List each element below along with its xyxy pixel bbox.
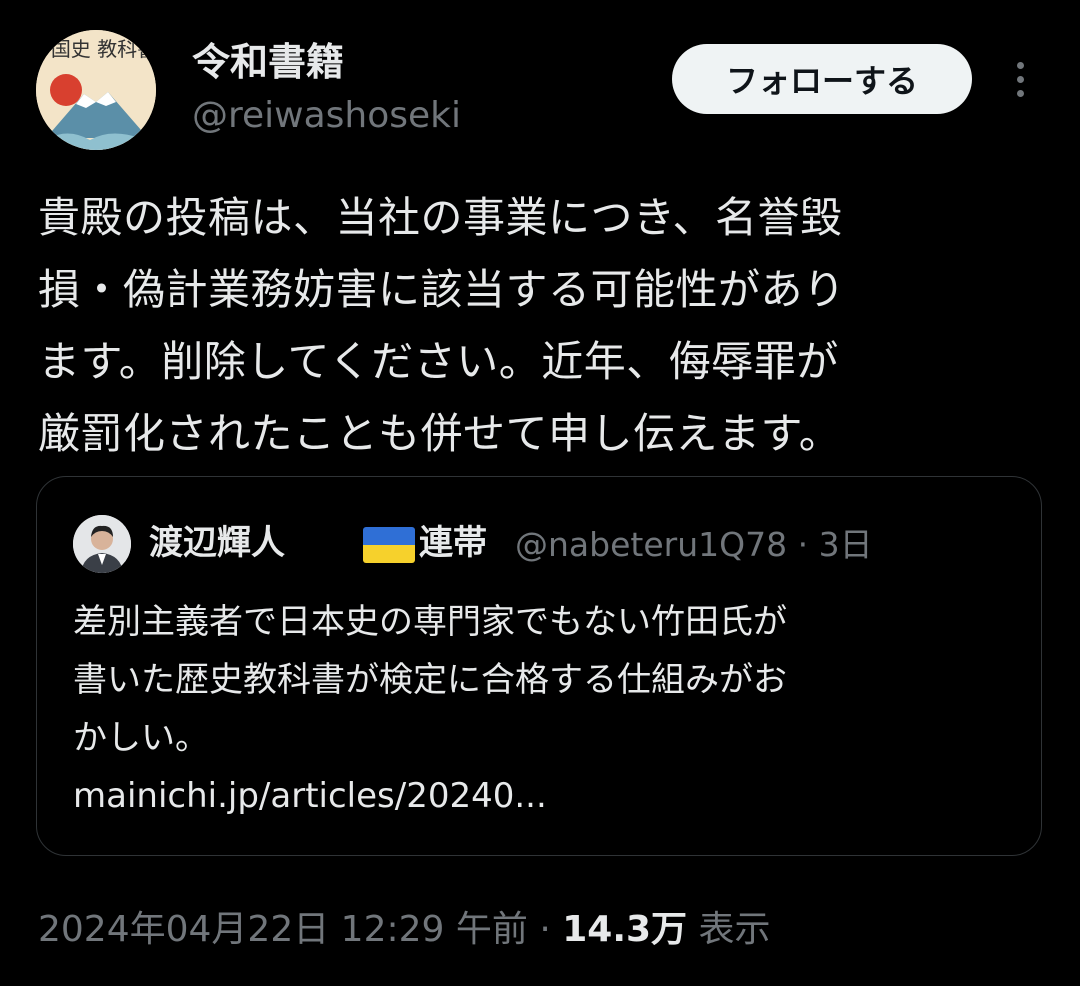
quoted-text-line: 差別主義者で日本史の専門家でもない竹田氏が	[73, 602, 787, 642]
quoted-author-meta: @nabeteru1Q78 · 3日	[515, 521, 873, 569]
more-options-icon[interactable]	[1002, 54, 1038, 104]
dot	[1016, 89, 1024, 97]
author-handle[interactable]: @reiwashoseki	[192, 92, 461, 140]
dot	[1016, 75, 1024, 83]
quoted-avatar-image	[73, 515, 131, 573]
quoted-author-name[interactable]: 渡辺輝人	[149, 519, 285, 567]
tweet-text: 貴殿の投稿は、当社の事業につき、名誉毀 損・偽計業務妨害に該当する可能性があり …	[38, 182, 1048, 470]
tweet-text-line: 厳罰化されたことも併せて申し伝えます。	[38, 409, 842, 458]
tweet-timestamp[interactable]: 2024年04月22日 12:29 午前	[38, 909, 528, 950]
footer-separator: ·	[539, 909, 551, 950]
views-label: 表示	[698, 909, 771, 950]
dot	[1016, 61, 1024, 69]
avatar-image: 国史 教科書	[36, 30, 156, 150]
quoted-text-line: 書いた歴史教科書が検定に合格する仕組みがお	[73, 660, 787, 700]
author-display-name[interactable]: 令和書籍	[192, 38, 344, 86]
tweet-footer-meta: 2024年04月22日 12:29 午前 · 14.3万 表示	[38, 902, 771, 958]
tweet-text-line: 損・偽計業務妨害に該当する可能性があり	[38, 265, 846, 314]
quoted-author-avatar[interactable]	[73, 515, 131, 573]
quoted-author-handle[interactable]: @nabeteru1Q78	[515, 525, 787, 564]
meta-separator: ·	[797, 525, 809, 564]
quoted-link[interactable]: mainichi.jp/articles/20240...	[73, 767, 1013, 825]
svg-text:国史 教科書: 国史 教科書	[51, 37, 156, 61]
follow-button[interactable]: フォローする	[672, 44, 972, 114]
quoted-tweet-time[interactable]: 3日	[819, 525, 873, 564]
author-avatar[interactable]: 国史 教科書	[36, 30, 156, 150]
views-count: 14.3万	[562, 909, 688, 950]
quoted-text-line: かしい。	[73, 718, 209, 758]
ukraine-flag-icon	[363, 527, 415, 563]
tweet: 国史 教科書 令和書籍 @reiwashoseki フォローする 貴殿の投稿は、…	[0, 0, 1080, 986]
tweet-text-line: 貴殿の投稿は、当社の事業につき、名誉毀	[38, 193, 843, 242]
quoted-tweet-card[interactable]: 渡辺輝人 連帯 @nabeteru1Q78 · 3日 差別主義者で日本史の専門家…	[36, 476, 1042, 856]
quoted-tweet-text: 差別主義者で日本史の専門家でもない竹田氏が 書いた歴史教科書が検定に合格する仕組…	[73, 593, 1013, 825]
tweet-text-line: ます。削除してください。近年、侮辱罪が	[38, 337, 839, 386]
quoted-author-name-suffix[interactable]: 連帯	[419, 519, 487, 567]
